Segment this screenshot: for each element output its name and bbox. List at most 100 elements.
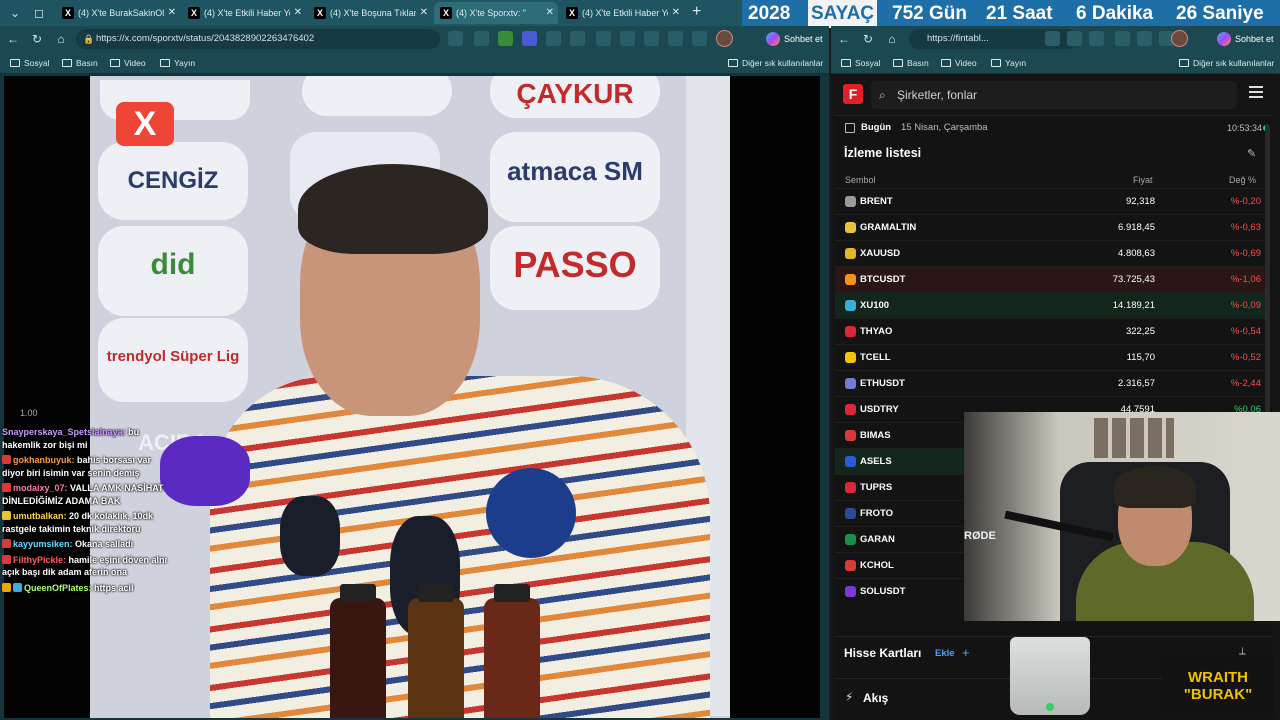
scrollbar[interactable] [1265,124,1270,424]
watchlist-row[interactable]: XAUUSD 4.808,63 %-0,69 [835,240,1265,266]
watchlist-row[interactable]: BRENT 92,318 %-0,20 [835,188,1265,214]
profile-avatar[interactable] [716,30,733,47]
extension-icon[interactable] [498,31,513,46]
extension-icon[interactable] [1067,31,1082,46]
asset-icon [845,586,856,597]
watchlist-row[interactable]: THYAO 322,25 %-0,54 [835,318,1265,344]
microphone [486,468,576,558]
close-icon[interactable]: ✕ [420,2,428,24]
close-icon[interactable]: ✕ [168,2,176,24]
extension-icon[interactable] [474,31,489,46]
new-tab-icon[interactable]: + [692,3,701,21]
close-icon[interactable]: ✕ [294,2,302,24]
wraith-line-1: WRAITH [1188,669,1248,686]
extensions-icon[interactable] [668,31,683,46]
extension-icon[interactable] [522,31,537,46]
row-price: 322,25 [1125,326,1155,337]
row-price: 6.918,45 [1118,222,1155,233]
folder-icon [841,59,851,67]
wraith-burak-logo: WRAITH "BURAK" [1162,655,1274,715]
favorite-basin[interactable]: Basın [893,52,929,74]
other-favorites[interactable]: Diğer sık kullanılanlar [728,52,823,74]
search-input[interactable]: ⌕ Şirketler, fonlar [871,81,1237,109]
extension-icon[interactable] [1045,31,1060,46]
refresh-icon[interactable]: ↻ [859,30,877,48]
copilot-chat-button[interactable]: Sohbet et [764,29,823,49]
url-field[interactable]: 🔒 https://x.com/sporxtv/status/2043828902… [76,29,440,49]
tab-1[interactable]: X (4) X'te BurakSakinOl: "G ✕ [56,2,180,24]
split-screen-icon[interactable] [596,31,611,46]
other-favorites[interactable]: Diğer sık kullanılanlar [1179,52,1274,74]
tab-2[interactable]: X (4) X'te Etkili Haber Yeni ✕ [182,2,306,24]
tab-4-active[interactable]: X (4) X'te Sporxtv: " ✕ [434,2,558,24]
column-price[interactable]: Fiyat [1133,170,1153,190]
profile-avatar[interactable] [1171,30,1188,47]
tab-5[interactable]: X (4) X'te Etkili Haber Yeni ✕ [560,2,684,24]
microphone [280,496,340,576]
row-change: %-0,52 [1230,352,1261,363]
chat-username: gokhanbuyuk: [13,455,75,465]
search-placeholder: Şirketler, fonlar [897,88,978,102]
edit-pencil-icon[interactable]: ✎ [1247,147,1256,160]
video-player[interactable]: ÇAYKUR CENGİZ atmaca SM did PASSO trendy… [4,76,820,718]
favorite-yayin[interactable]: Yayın [160,52,195,74]
feed-title[interactable]: Akış [863,691,888,705]
today-bar: Bugün 15 Nisan, Çarşamba 10:53:34 [835,116,1273,140]
other-favorites-label: Diğer sık kullanılanlar [742,58,824,68]
favorites-icon[interactable] [620,31,635,46]
back-icon[interactable]: ← [835,30,853,48]
chat-username: Snayperskaya_Spetsialnaya: [2,427,126,437]
refresh-icon[interactable]: ↻ [28,30,46,48]
close-icon[interactable]: ✕ [546,2,554,24]
watchlist-row[interactable]: BTCUSDT 73.725,43 %-1,06 [835,266,1265,292]
favorite-video[interactable]: Video [941,52,977,74]
chat-username: umutbalkan: [13,511,67,521]
add-card-button[interactable]: Ekle [935,648,955,659]
column-change[interactable]: Değ % [1229,170,1256,190]
fintables-logo[interactable]: F [843,84,863,104]
tab-list-icon[interactable]: ⌄ [6,4,24,22]
screen: ⌄ ◻ X (4) X'te BurakSakinOl: "G ✕ X (4) X't… [0,0,1280,720]
workspace-icon[interactable]: ◻ [30,4,48,22]
folder-icon [941,59,951,67]
copilot-chat-button[interactable]: Sohbet et [1215,29,1274,49]
watchlist-row[interactable]: TCELL 115,70 %-0,52 [835,344,1265,370]
menu-icon[interactable] [692,31,707,46]
asset-icon [845,248,856,259]
watchlist-row[interactable]: XU100 14.189,21 %-0,09 [835,292,1265,318]
asset-icon [845,196,856,207]
extension-icon[interactable] [1089,31,1104,46]
favorite-video[interactable]: Video [110,52,146,74]
plus-icon[interactable]: + [962,645,970,660]
site-header: F ⌕ Şirketler, fonlar [835,74,1273,116]
favorite-basin[interactable]: Basın [62,52,98,74]
tab-label: (4) X'te Boşuna Tıklama: [330,8,416,18]
favorite-yayin[interactable]: Yayın [991,52,1026,74]
chat-button-label: Sohbet et [784,34,823,44]
close-icon[interactable]: ✕ [672,2,680,24]
tab-3[interactable]: X (4) X'te Boşuna Tıklama: ✕ [308,2,432,24]
extension-icon[interactable] [570,31,585,46]
favorite-sosyal[interactable]: Sosyal [841,52,881,74]
extension-icon[interactable] [448,31,463,46]
sponsor-atmaca: atmaca SM [490,132,660,222]
asset-icon [845,482,856,493]
favorites-bar: Sosyal Basın Video Yayın Diğer sık kulla… [0,52,829,74]
watchlist-row[interactable]: ETHUSDT 2.316,57 %-2,44 [835,370,1265,396]
extension-icon[interactable] [546,31,561,46]
row-symbol: ETHUSDT [860,378,905,389]
row-symbol: SOLUSDT [860,586,906,597]
split-screen-icon[interactable] [1115,31,1130,46]
hamburger-menu-icon[interactable] [1249,86,1263,98]
favorites-icon[interactable] [1137,31,1152,46]
chat-message: Snayperskaya_Spetsialnaya: bu hakemlik z… [2,426,174,451]
back-icon[interactable]: ← [4,30,22,48]
collections-icon[interactable] [644,31,659,46]
favorite-sosyal[interactable]: Sosyal [10,52,50,74]
tab-label: (4) X'te Etkili Haber Yeni [204,8,290,18]
clock-label: 10:53:34 [1227,123,1263,133]
home-icon[interactable]: ⌂ [883,30,901,48]
home-icon[interactable]: ⌂ [52,30,70,48]
column-symbol[interactable]: Sembol [845,170,876,190]
watchlist-row[interactable]: GRAMALTIN 6.918,45 %-0,63 [835,214,1265,240]
